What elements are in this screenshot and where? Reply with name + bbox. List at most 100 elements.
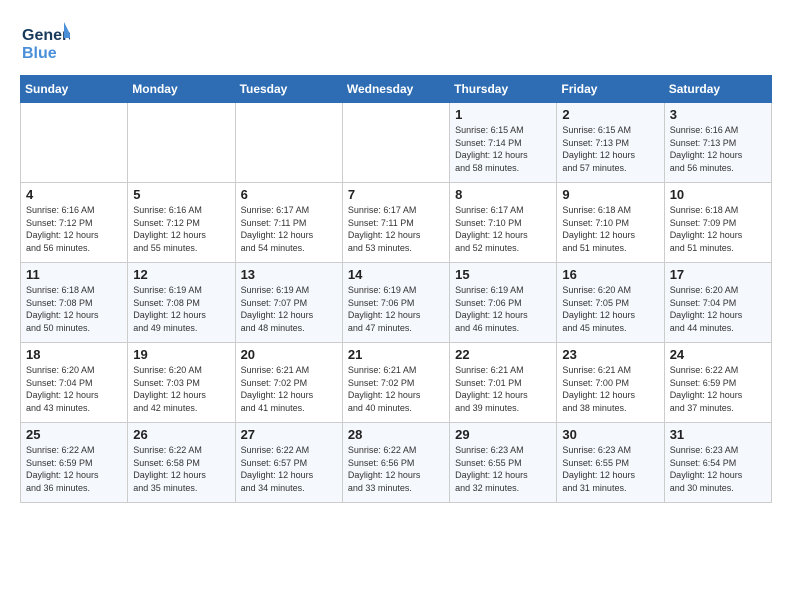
day-number: 3 [670,107,766,122]
page-header: General Blue [20,20,772,65]
logo-svg: General Blue [20,20,70,65]
calendar-cell: 26Sunrise: 6:22 AM Sunset: 6:58 PM Dayli… [128,423,235,503]
day-info: Sunrise: 6:17 AM Sunset: 7:11 PM Dayligh… [348,204,444,254]
day-info: Sunrise: 6:18 AM Sunset: 7:09 PM Dayligh… [670,204,766,254]
day-info: Sunrise: 6:16 AM Sunset: 7:12 PM Dayligh… [133,204,229,254]
calendar-cell: 28Sunrise: 6:22 AM Sunset: 6:56 PM Dayli… [342,423,449,503]
weekday-header-saturday: Saturday [664,76,771,103]
calendar-cell: 25 Sunrise: 6:22 AM Sunset: 6:59 PM Dayli… [21,423,128,503]
day-number: 9 [562,187,658,202]
calendar-cell: 7 Sunrise: 6:17 AM Sunset: 7:11 PM Daylig… [342,183,449,263]
day-number: 13 [241,267,337,282]
day-info: Sunrise: 6:20 AM Sunset: 7:04 PM Dayligh… [670,284,766,334]
day-number: 11 [26,267,122,282]
calendar-cell: 27 Sunrise: 6:22 AM Sunset: 6:57 PM Dayli… [235,423,342,503]
day-number: 28 [348,427,444,442]
weekday-header-sunday: Sunday [21,76,128,103]
weekday-header-tuesday: Tuesday [235,76,342,103]
day-number: 2 [562,107,658,122]
calendar-cell [21,103,128,183]
calendar-cell: 9 Sunrise: 6:18 AM Sunset: 7:10 PM Daylig… [557,183,664,263]
calendar-cell: 16 Sunrise: 6:20 AM Sunset: 7:05 PM Dayli… [557,263,664,343]
day-number: 20 [241,347,337,362]
day-number: 18 [26,347,122,362]
week-row-1: 1 Sunrise: 6:15 AM Sunset: 7:14 PM Daylig… [21,103,772,183]
calendar-cell [235,103,342,183]
day-info: Sunrise: 6:16 AM Sunset: 7:12 PM Dayligh… [26,204,122,254]
calendar-cell: 24Sunrise: 6:22 AM Sunset: 6:59 PM Dayli… [664,343,771,423]
day-info: Sunrise: 6:22 AM Sunset: 6:59 PM Dayligh… [670,364,766,414]
day-info: Sunrise: 6:22 AM Sunset: 6:58 PM Dayligh… [133,444,229,494]
calendar-cell [342,103,449,183]
day-info: Sunrise: 6:20 AM Sunset: 7:04 PM Dayligh… [26,364,122,414]
day-number: 17 [670,267,766,282]
calendar-cell: 15Sunrise: 6:19 AM Sunset: 7:06 PM Dayli… [450,263,557,343]
calendar-cell: 5Sunrise: 6:16 AM Sunset: 7:12 PM Daylig… [128,183,235,263]
calendar-cell: 4Sunrise: 6:16 AM Sunset: 7:12 PM Daylig… [21,183,128,263]
day-info: Sunrise: 6:15 AM Sunset: 7:14 PM Dayligh… [455,124,551,174]
calendar-cell: 18 Sunrise: 6:20 AM Sunset: 7:04 PM Dayli… [21,343,128,423]
day-info: Sunrise: 6:23 AM Sunset: 6:54 PM Dayligh… [670,444,766,494]
day-info: Sunrise: 6:19 AM Sunset: 7:07 PM Dayligh… [241,284,337,334]
day-info: Sunrise: 6:20 AM Sunset: 7:03 PM Dayligh… [133,364,229,414]
day-info: Sunrise: 6:18 AM Sunset: 7:10 PM Dayligh… [562,204,658,254]
calendar-cell: 31 Sunrise: 6:23 AM Sunset: 6:54 PM Dayli… [664,423,771,503]
week-row-3: 11 Sunrise: 6:18 AM Sunset: 7:08 PM Dayli… [21,263,772,343]
day-info: Sunrise: 6:19 AM Sunset: 7:06 PM Dayligh… [348,284,444,334]
day-info: Sunrise: 6:21 AM Sunset: 7:01 PM Dayligh… [455,364,551,414]
calendar-cell: 23 Sunrise: 6:21 AM Sunset: 7:00 PM Dayli… [557,343,664,423]
calendar-cell: 17 Sunrise: 6:20 AM Sunset: 7:04 PM Dayli… [664,263,771,343]
day-info: Sunrise: 6:18 AM Sunset: 7:08 PM Dayligh… [26,284,122,334]
calendar-cell: 13 Sunrise: 6:19 AM Sunset: 7:07 PM Dayli… [235,263,342,343]
calendar-cell: 1 Sunrise: 6:15 AM Sunset: 7:14 PM Daylig… [450,103,557,183]
day-number: 1 [455,107,551,122]
day-info: Sunrise: 6:17 AM Sunset: 7:11 PM Dayligh… [241,204,337,254]
day-number: 10 [670,187,766,202]
day-info: Sunrise: 6:22 AM Sunset: 6:57 PM Dayligh… [241,444,337,494]
day-number: 22 [455,347,551,362]
calendar-cell [128,103,235,183]
day-number: 8 [455,187,551,202]
calendar-cell: 19 Sunrise: 6:20 AM Sunset: 7:03 PM Dayli… [128,343,235,423]
week-row-5: 25 Sunrise: 6:22 AM Sunset: 6:59 PM Dayli… [21,423,772,503]
day-number: 19 [133,347,229,362]
week-row-4: 18 Sunrise: 6:20 AM Sunset: 7:04 PM Dayli… [21,343,772,423]
day-info: Sunrise: 6:19 AM Sunset: 7:08 PM Dayligh… [133,284,229,334]
day-number: 21 [348,347,444,362]
day-number: 12 [133,267,229,282]
day-number: 27 [241,427,337,442]
day-info: Sunrise: 6:21 AM Sunset: 7:02 PM Dayligh… [348,364,444,414]
calendar-cell: 22 Sunrise: 6:21 AM Sunset: 7:01 PM Dayli… [450,343,557,423]
day-number: 16 [562,267,658,282]
day-info: Sunrise: 6:23 AM Sunset: 6:55 PM Dayligh… [562,444,658,494]
calendar-table: SundayMondayTuesdayWednesdayThursdayFrid… [20,75,772,503]
calendar-cell: 6Sunrise: 6:17 AM Sunset: 7:11 PM Daylig… [235,183,342,263]
day-info: Sunrise: 6:16 AM Sunset: 7:13 PM Dayligh… [670,124,766,174]
day-number: 7 [348,187,444,202]
calendar-cell: 10 Sunrise: 6:18 AM Sunset: 7:09 PM Dayli… [664,183,771,263]
weekday-header-thursday: Thursday [450,76,557,103]
calendar-cell: 12 Sunrise: 6:19 AM Sunset: 7:08 PM Dayli… [128,263,235,343]
svg-text:Blue: Blue [22,45,57,62]
weekday-header-friday: Friday [557,76,664,103]
day-number: 31 [670,427,766,442]
week-row-2: 4Sunrise: 6:16 AM Sunset: 7:12 PM Daylig… [21,183,772,263]
day-info: Sunrise: 6:23 AM Sunset: 6:55 PM Dayligh… [455,444,551,494]
calendar-cell: 11 Sunrise: 6:18 AM Sunset: 7:08 PM Dayli… [21,263,128,343]
day-number: 29 [455,427,551,442]
day-number: 30 [562,427,658,442]
weekday-header-monday: Monday [128,76,235,103]
day-info: Sunrise: 6:22 AM Sunset: 6:59 PM Dayligh… [26,444,122,494]
day-info: Sunrise: 6:21 AM Sunset: 7:00 PM Dayligh… [562,364,658,414]
weekday-header-row: SundayMondayTuesdayWednesdayThursdayFrid… [21,76,772,103]
day-number: 14 [348,267,444,282]
calendar-cell: 2Sunrise: 6:15 AM Sunset: 7:13 PM Daylig… [557,103,664,183]
calendar-cell: 21 Sunrise: 6:21 AM Sunset: 7:02 PM Dayli… [342,343,449,423]
day-number: 25 [26,427,122,442]
day-number: 23 [562,347,658,362]
day-info: Sunrise: 6:17 AM Sunset: 7:10 PM Dayligh… [455,204,551,254]
svg-text:General: General [22,27,70,44]
calendar-cell: 8 Sunrise: 6:17 AM Sunset: 7:10 PM Daylig… [450,183,557,263]
day-info: Sunrise: 6:20 AM Sunset: 7:05 PM Dayligh… [562,284,658,334]
logo: General Blue [20,20,70,65]
